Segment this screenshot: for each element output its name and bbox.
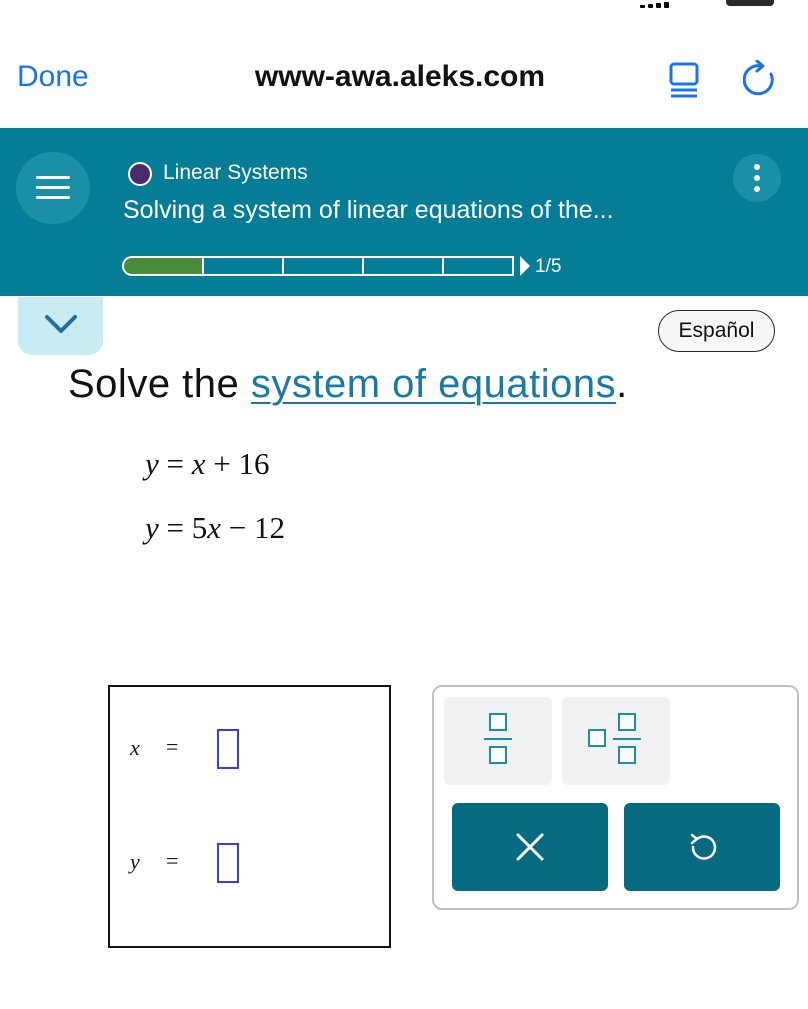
more-options-button[interactable]	[733, 154, 781, 202]
eq1-lhs: y	[145, 446, 159, 481]
chevron-down-icon	[45, 315, 77, 333]
equation-2: y = 5x − 12	[145, 510, 285, 545]
kebab-icon	[754, 164, 760, 170]
x-label: x	[130, 735, 140, 760]
topic-status-dot	[128, 162, 152, 186]
menu-button[interactable]	[16, 152, 90, 224]
signal-icon	[640, 2, 680, 8]
fraction-button[interactable]	[444, 697, 552, 785]
glossary-link[interactable]: system of equations	[251, 362, 616, 406]
question-prefix: Solve the	[68, 362, 251, 406]
question-suffix: .	[616, 362, 628, 406]
eq2-coef: 5	[191, 510, 208, 545]
eq1-rest: + 16	[213, 446, 270, 481]
progress-segment	[122, 256, 204, 276]
battery-icon	[726, 0, 774, 6]
refresh-icon[interactable]	[743, 60, 779, 98]
y-label: y	[130, 849, 140, 874]
menu-icon	[36, 176, 70, 179]
status-bar	[0, 0, 808, 14]
progress-segment	[202, 256, 284, 276]
topic-label: Linear Systems	[163, 161, 308, 184]
answer-box: x = y =	[108, 685, 391, 948]
eq2-var: x	[207, 510, 222, 545]
eq1-var: x	[191, 446, 206, 481]
eq2-rest: − 12	[228, 510, 285, 545]
progress-segment	[282, 256, 364, 276]
equation-1: y = x + 16	[145, 446, 270, 481]
lesson-header: Linear Systems Solving a system of linea…	[0, 128, 808, 296]
collapse-button[interactable]	[18, 297, 103, 355]
reader-view-icon[interactable]	[667, 62, 701, 98]
progress-end-arrow	[520, 256, 530, 276]
language-button[interactable]: Español	[658, 310, 775, 352]
progress-segment	[442, 256, 514, 276]
lesson-title: Solving a system of linear equations of …	[123, 196, 614, 224]
eq2-lhs: y	[145, 510, 159, 545]
y-equals: =	[166, 848, 179, 873]
progress-segment	[362, 256, 444, 276]
progress-count: 1/5	[535, 256, 562, 277]
y-input[interactable]	[217, 843, 239, 883]
url-text: www-awa.aleks.com	[254, 60, 546, 93]
x-input[interactable]	[217, 729, 239, 769]
progress-bar	[122, 256, 532, 276]
close-icon	[516, 833, 544, 861]
clear-button[interactable]	[452, 803, 608, 891]
undo-button[interactable]	[624, 803, 780, 891]
browser-toolbar: Done www-awa.aleks.com	[0, 40, 808, 128]
mixed-number-button[interactable]	[562, 697, 670, 785]
math-keypad	[432, 685, 799, 910]
undo-icon	[690, 833, 717, 860]
question-prompt: Solve the system of equations.	[68, 362, 628, 407]
x-equals: =	[166, 734, 179, 759]
